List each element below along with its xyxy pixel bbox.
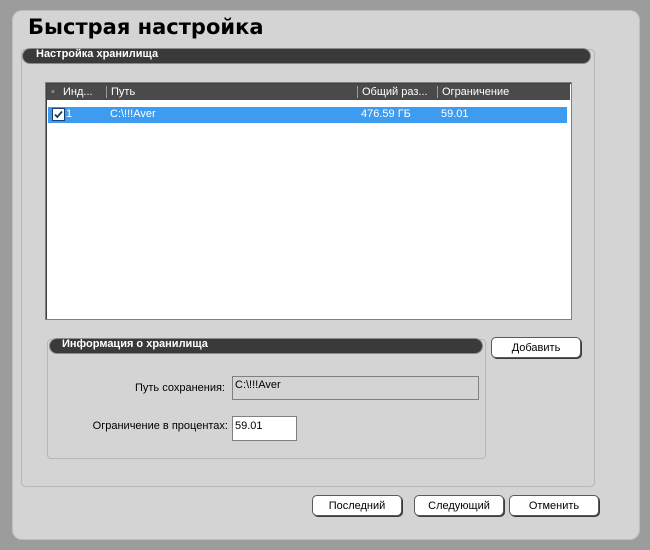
- last-button[interactable]: Последний: [312, 495, 402, 516]
- column-divider[interactable]: [437, 86, 438, 98]
- add-button[interactable]: Добавить: [491, 337, 581, 358]
- storage-info-header: Информация о хранилища: [49, 338, 483, 354]
- column-path[interactable]: Путь: [111, 86, 135, 98]
- page-title: Быстрая настройка: [28, 15, 264, 39]
- sort-indicator-icon: ▪: [51, 86, 55, 98]
- column-divider[interactable]: [106, 86, 107, 98]
- row-path: C:\!!!Aver: [110, 108, 156, 120]
- limit-percent-label: Ограничение в процентах:: [92, 420, 228, 432]
- column-total-size[interactable]: Общий раз...: [362, 86, 428, 98]
- row-index: 1: [66, 108, 73, 120]
- storage-list[interactable]: ▪ Инд... Путь Общий раз... Ограничение 1…: [45, 82, 572, 320]
- cancel-button[interactable]: Отменить: [509, 495, 599, 516]
- column-index[interactable]: Инд...: [63, 86, 93, 98]
- list-header: ▪ Инд... Путь Общий раз... Ограничение: [47, 84, 570, 100]
- checkmark-icon: [54, 110, 63, 119]
- limit-percent-input[interactable]: 59.01: [232, 416, 297, 441]
- column-limit[interactable]: Ограничение: [442, 86, 509, 98]
- table-row[interactable]: 1 C:\!!!Aver 476.59 ГБ 59.01: [48, 107, 567, 123]
- row-size: 476.59 ГБ: [361, 108, 411, 120]
- row-limit: 59.01: [441, 108, 469, 120]
- row-checkbox[interactable]: [52, 108, 65, 121]
- storage-info-label: Информация о хранилища: [62, 338, 208, 350]
- column-divider[interactable]: [357, 86, 358, 98]
- next-button[interactable]: Следующий: [414, 495, 504, 516]
- save-path-field: C:\!!!Aver: [232, 376, 479, 400]
- storage-settings-label: Настройка хранилища: [36, 48, 159, 60]
- storage-settings-header: Настройка хранилища: [22, 48, 591, 64]
- save-path-label: Путь сохранения:: [134, 382, 225, 394]
